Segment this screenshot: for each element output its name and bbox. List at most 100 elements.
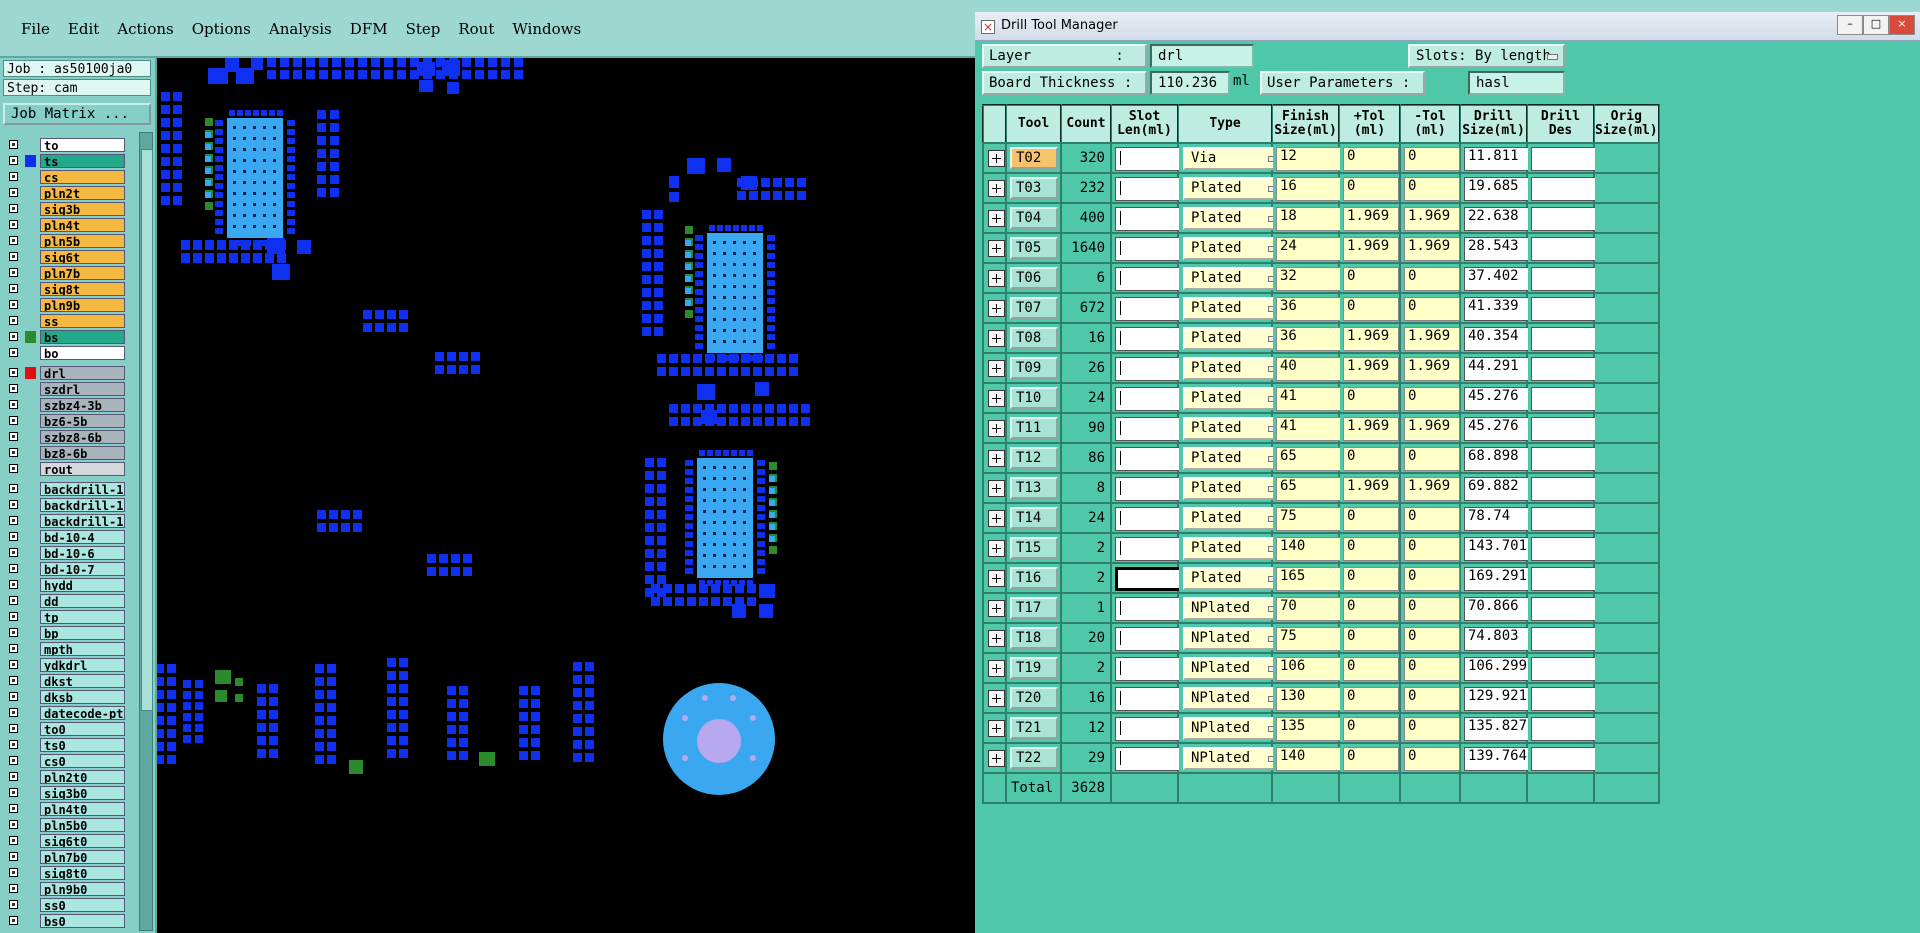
minus-tol-field[interactable]: 0 [1404, 447, 1460, 471]
finish-size-field[interactable]: 130 [1276, 687, 1348, 711]
layer-checkbox[interactable] [9, 788, 18, 797]
layer-name[interactable]: dkst [40, 674, 125, 688]
layer-row[interactable]: ss [3, 314, 125, 328]
minus-tol-field[interactable]: 1.969 [1404, 237, 1460, 261]
minus-tol-field[interactable]: 0 [1404, 177, 1460, 201]
layer-row[interactable]: pln9b0 [3, 882, 125, 896]
menu-options[interactable]: Options [183, 18, 260, 40]
layer-checkbox[interactable] [9, 268, 18, 277]
layer-name[interactable]: pln4t0 [40, 802, 125, 816]
layer-row[interactable]: pln5b0 [3, 818, 125, 832]
finish-size-field[interactable]: 24 [1276, 237, 1348, 261]
layer-name[interactable]: bo [40, 346, 125, 360]
layer-checkbox[interactable] [9, 140, 18, 149]
layer-checkbox[interactable] [9, 416, 18, 425]
plus-tol-field[interactable]: 0 [1343, 267, 1399, 291]
expand-icon[interactable] [988, 390, 1005, 407]
layer-row[interactable]: bo [3, 346, 125, 360]
layer-row[interactable]: pln5b [3, 234, 125, 248]
tool-button[interactable]: T07 [1010, 297, 1058, 319]
layer-name[interactable]: to0 [40, 722, 125, 736]
layer-row[interactable]: pln4t [3, 218, 125, 232]
layer-checkbox[interactable] [9, 804, 18, 813]
layer-checkbox[interactable] [9, 724, 18, 733]
layer-name[interactable]: pln9b0 [40, 882, 125, 896]
finish-size-field[interactable]: 140 [1276, 537, 1348, 561]
layer-checkbox[interactable] [9, 708, 18, 717]
finish-size-field[interactable]: 36 [1276, 327, 1348, 351]
menu-actions[interactable]: Actions [108, 18, 182, 40]
layer-row[interactable]: bs [3, 330, 125, 344]
layer-checkbox[interactable] [9, 448, 18, 457]
finish-size-field[interactable]: 70 [1276, 597, 1348, 621]
layer-name[interactable]: bz8-6b [40, 446, 125, 460]
finish-size-field[interactable]: 75 [1276, 627, 1348, 651]
layer-name[interactable]: ts [40, 154, 125, 168]
layer-name[interactable]: drl [40, 366, 125, 380]
layer-name[interactable]: pln5b0 [40, 818, 125, 832]
plus-tol-field[interactable]: 1.969 [1343, 327, 1399, 351]
plus-tol-field[interactable]: 0 [1343, 687, 1399, 711]
layer-name[interactable]: szbz4-3b [40, 398, 125, 412]
tool-button[interactable]: T20 [1010, 687, 1058, 709]
layer-row[interactable]: sig3b [3, 202, 125, 216]
layer-checkbox[interactable] [9, 400, 18, 409]
minus-tol-field[interactable]: 0 [1404, 717, 1460, 741]
layer-name[interactable]: pln7b [40, 266, 125, 280]
expand-icon[interactable] [988, 240, 1005, 257]
menu-dfm[interactable]: DFM [341, 18, 397, 40]
layer-row[interactable]: ss0 [3, 898, 125, 912]
expand-icon[interactable] [988, 750, 1005, 767]
layer-name[interactable]: pln9b [40, 298, 125, 312]
minus-tol-field[interactable]: 0 [1404, 537, 1460, 561]
job-matrix-button[interactable]: Job Matrix ... [3, 103, 151, 125]
layer-row[interactable]: to0 [3, 722, 125, 736]
finish-size-field[interactable]: 75 [1276, 507, 1348, 531]
layer-checkbox[interactable] [9, 884, 18, 893]
finish-size-field[interactable]: 16 [1276, 177, 1348, 201]
menu-edit[interactable]: Edit [59, 18, 108, 40]
layer-checkbox[interactable] [9, 300, 18, 309]
layer-checkbox[interactable] [9, 580, 18, 589]
layer-name[interactable]: tp [40, 610, 125, 624]
expand-icon[interactable] [988, 210, 1005, 227]
expand-icon[interactable] [988, 450, 1005, 467]
layer-checkbox[interactable] [9, 156, 18, 165]
plus-tol-field[interactable]: 0 [1343, 177, 1399, 201]
finish-size-field[interactable]: 36 [1276, 297, 1348, 321]
layer-row[interactable]: sig8t [3, 282, 125, 296]
layer-row[interactable]: bd-10-7 [3, 562, 125, 576]
layer-name[interactable]: hydd [40, 578, 125, 592]
layer-name[interactable]: ydkdrl [40, 658, 125, 672]
plus-tol-field[interactable]: 0 [1343, 447, 1399, 471]
layer-name[interactable]: pln4t [40, 218, 125, 232]
menu-analysis[interactable]: Analysis [260, 18, 341, 40]
layer-checkbox[interactable] [9, 660, 18, 669]
plus-tol-field[interactable]: 0 [1343, 657, 1399, 681]
layer-field[interactable]: drl [1150, 44, 1254, 68]
user-parameters-field[interactable]: hasl [1468, 71, 1565, 95]
layer-row[interactable]: bz6-5b [3, 414, 125, 428]
layer-list-scrollbar[interactable] [139, 132, 153, 931]
expand-icon[interactable] [988, 510, 1005, 527]
layer-checkbox[interactable] [9, 252, 18, 261]
layer-name[interactable]: bs [40, 330, 125, 344]
layer-checkbox[interactable] [9, 740, 18, 749]
minus-tol-field[interactable]: 1.969 [1404, 477, 1460, 501]
minus-tol-field[interactable]: 0 [1404, 147, 1460, 171]
layer-checkbox[interactable] [9, 596, 18, 605]
layer-checkbox[interactable] [9, 236, 18, 245]
layer-name[interactable]: bz6-5b [40, 414, 125, 428]
minus-tol-field[interactable]: 0 [1404, 657, 1460, 681]
layer-checkbox[interactable] [9, 332, 18, 341]
layer-checkbox[interactable] [9, 316, 18, 325]
tool-button[interactable]: T16 [1010, 567, 1058, 589]
layer-row[interactable]: pln9b [3, 298, 125, 312]
plus-tol-field[interactable]: 0 [1343, 537, 1399, 561]
layer-checkbox[interactable] [9, 532, 18, 541]
layer-checkbox[interactable] [9, 220, 18, 229]
menu-step[interactable]: Step [397, 18, 450, 40]
layer-name[interactable]: mpth [40, 642, 125, 656]
expand-icon[interactable] [988, 480, 1005, 497]
expand-icon[interactable] [988, 360, 1005, 377]
